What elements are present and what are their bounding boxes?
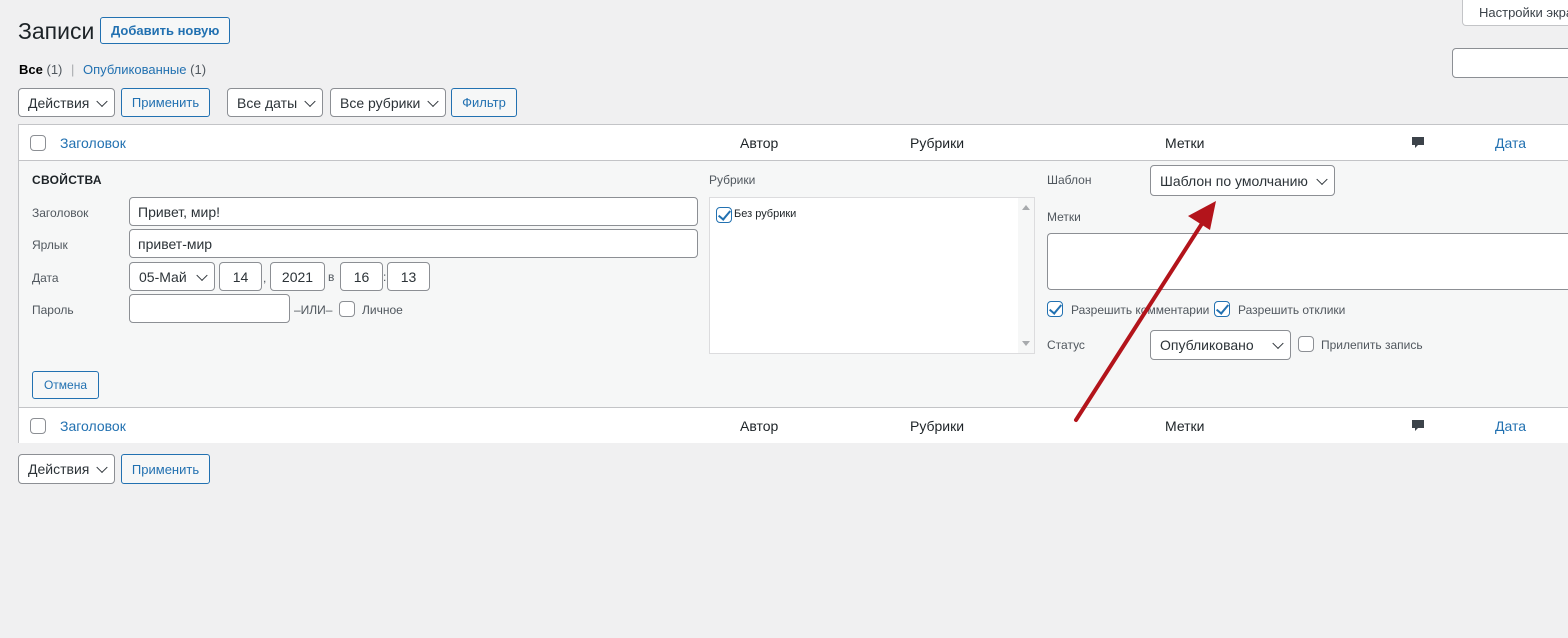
chevron-down-icon bbox=[1316, 173, 1328, 185]
title-input[interactable]: Привет, мир! bbox=[129, 197, 698, 226]
minute-input[interactable]: 13 bbox=[387, 262, 430, 291]
view-all-count: (1) bbox=[46, 62, 63, 77]
chevron-down-icon bbox=[96, 461, 108, 474]
bulk-action-select-bottom[interactable]: Действия bbox=[18, 454, 115, 484]
column-title[interactable]: Заголовок bbox=[60, 125, 126, 161]
search-input[interactable] bbox=[1452, 48, 1568, 78]
slug-label: Ярлык bbox=[32, 238, 68, 252]
template-select[interactable]: Шаблон по умолчанию bbox=[1150, 165, 1335, 196]
allow-pings-label: Разрешить отклики bbox=[1238, 303, 1346, 317]
allow-comments-label: Разрешить комментарии bbox=[1071, 303, 1210, 317]
slug-input[interactable]: привет-мир bbox=[129, 229, 698, 258]
column-date-bottom[interactable]: Дата bbox=[1495, 408, 1526, 444]
chevron-down-icon bbox=[196, 269, 208, 281]
categories-scrollbar[interactable] bbox=[1018, 198, 1034, 353]
or-label: –ИЛИ– bbox=[294, 303, 333, 317]
view-published-link[interactable]: Опубликованные bbox=[83, 62, 187, 77]
chevron-down-icon bbox=[96, 95, 108, 107]
month-select[interactable]: 05-Май bbox=[129, 262, 215, 291]
bulk-action-label: Действия bbox=[28, 94, 90, 111]
template-value: Шаблон по умолчанию bbox=[1160, 172, 1308, 189]
hour-input[interactable]: 16 bbox=[340, 262, 383, 291]
tags-label: Метки bbox=[1047, 210, 1081, 224]
bulk-action-select-top[interactable]: Действия bbox=[18, 88, 115, 117]
chevron-down-icon bbox=[304, 95, 316, 107]
add-new-button[interactable]: Добавить новую bbox=[100, 17, 231, 44]
month-value: 05-Май bbox=[139, 268, 187, 285]
page-title: Записи bbox=[18, 18, 95, 44]
column-categories-bottom: Рубрики bbox=[910, 418, 965, 434]
category-checkbox[interactable] bbox=[716, 207, 732, 223]
date-comma: , bbox=[263, 271, 267, 285]
quick-edit-heading: СВОЙСТВА bbox=[32, 173, 102, 187]
date-label: Дата bbox=[32, 271, 59, 285]
allow-comments-checkbox[interactable] bbox=[1047, 301, 1063, 317]
view-published-count: (1) bbox=[190, 62, 207, 77]
table-footer: Заголовок Автор Рубрики Метки Дата bbox=[19, 407, 1568, 443]
column-tags: Метки bbox=[1165, 135, 1205, 151]
status-label: Статус bbox=[1047, 338, 1085, 352]
bulk-action-label-bottom: Действия bbox=[28, 461, 90, 477]
date-filter-label: Все даты bbox=[237, 94, 298, 111]
scroll-down-icon[interactable] bbox=[1022, 341, 1030, 346]
select-all-checkbox-bottom[interactable] bbox=[30, 418, 46, 434]
column-tags-bottom: Метки bbox=[1165, 418, 1205, 434]
year-input[interactable]: 2021 bbox=[270, 262, 325, 291]
private-label: Личное bbox=[362, 303, 403, 317]
column-categories: Рубрики bbox=[910, 135, 965, 151]
title-label: Заголовок bbox=[32, 206, 89, 220]
status-select[interactable]: Опубликовано bbox=[1150, 330, 1291, 360]
chevron-down-icon bbox=[1272, 337, 1284, 350]
comment-icon bbox=[1412, 420, 1424, 431]
view-separator: | bbox=[71, 62, 75, 77]
apply-button-bottom[interactable]: Применить bbox=[121, 454, 210, 484]
category-filter-label: Все рубрики bbox=[340, 94, 421, 111]
sticky-checkbox[interactable] bbox=[1298, 336, 1314, 352]
private-checkbox[interactable] bbox=[339, 301, 355, 317]
view-all-link[interactable]: Все bbox=[19, 62, 43, 77]
filter-button[interactable]: Фильтр bbox=[451, 88, 517, 117]
date-at-label: в bbox=[328, 270, 335, 284]
column-title-bottom[interactable]: Заголовок bbox=[60, 408, 126, 444]
date-filter-select[interactable]: Все даты bbox=[227, 88, 323, 117]
categories-checklist[interactable]: Без рубрики bbox=[709, 197, 1035, 354]
comment-icon bbox=[1412, 137, 1424, 148]
password-label: Пароль bbox=[32, 303, 74, 317]
cancel-button[interactable]: Отмена bbox=[32, 371, 99, 399]
password-input[interactable] bbox=[129, 294, 290, 323]
category-label: Без рубрики bbox=[734, 208, 797, 220]
table-header: Заголовок Автор Рубрики Метки Дата bbox=[19, 125, 1568, 161]
allow-pings-checkbox[interactable] bbox=[1214, 301, 1230, 317]
quick-edit-panel: СВОЙСТВА Заголовок Привет, мир! Ярлык пр… bbox=[19, 161, 1568, 407]
day-input[interactable]: 14 bbox=[219, 262, 262, 291]
scroll-up-icon[interactable] bbox=[1022, 205, 1030, 210]
select-all-checkbox[interactable] bbox=[30, 135, 46, 151]
column-author-bottom: Автор bbox=[740, 418, 779, 434]
view-filters: Все (1) | Опубликованные (1) bbox=[19, 62, 206, 77]
posts-table: Заголовок Автор Рубрики Метки Дата СВОЙС… bbox=[18, 124, 1568, 443]
status-value: Опубликовано bbox=[1160, 337, 1254, 353]
template-label: Шаблон bbox=[1047, 173, 1092, 187]
sticky-label: Прилепить запись bbox=[1321, 338, 1423, 352]
categories-label: Рубрики bbox=[709, 173, 756, 187]
screen-options-tab[interactable]: Настройки экра bbox=[1462, 0, 1568, 26]
chevron-down-icon bbox=[427, 95, 439, 107]
category-filter-select[interactable]: Все рубрики bbox=[330, 88, 446, 117]
column-author: Автор bbox=[740, 135, 779, 151]
column-date[interactable]: Дата bbox=[1495, 125, 1526, 161]
tags-textarea[interactable] bbox=[1047, 233, 1568, 290]
time-colon: : bbox=[383, 270, 387, 284]
apply-button-top[interactable]: Применить bbox=[121, 88, 210, 117]
